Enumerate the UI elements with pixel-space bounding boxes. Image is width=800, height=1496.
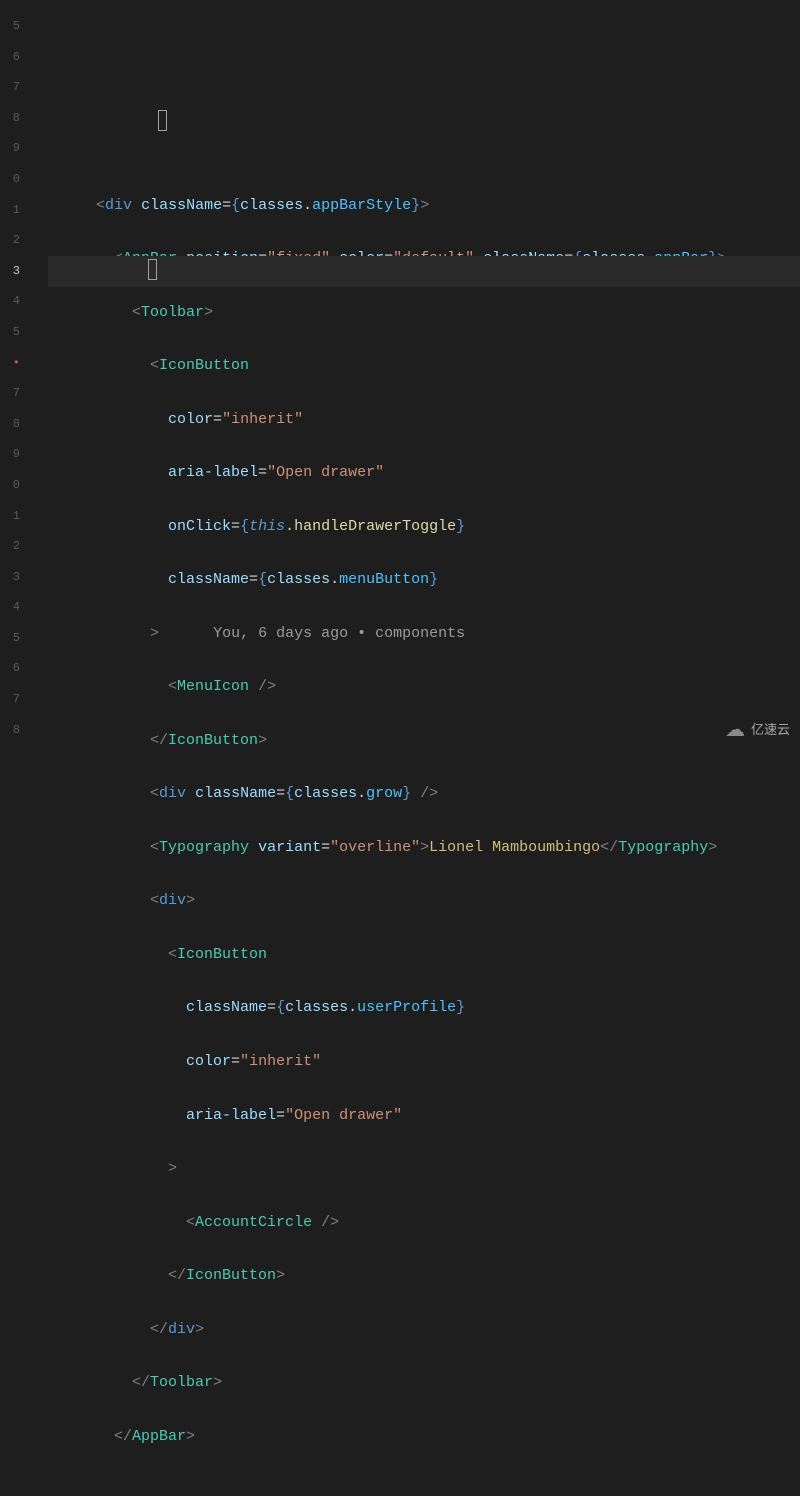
code-line[interactable]: <IconButton xyxy=(24,355,800,386)
line-number: 2 xyxy=(0,531,20,562)
code-line[interactable]: aria-label="Open drawer" xyxy=(24,1105,800,1136)
line-number: 1 xyxy=(0,195,20,226)
cloud-icon: ☁ xyxy=(725,720,745,740)
code-line[interactable]: className={classes.userProfile} xyxy=(24,997,800,1028)
line-number: 8 xyxy=(0,409,20,440)
cursor-box-icon xyxy=(158,110,167,131)
line-number: 1 xyxy=(0,501,20,532)
code-line[interactable]: <div> xyxy=(24,890,800,921)
code-line[interactable]: color="inherit" xyxy=(24,409,800,440)
line-number: 0 xyxy=(0,164,20,195)
line-number: 5 xyxy=(0,11,20,42)
current-line-highlight xyxy=(48,256,800,287)
cursor-box-icon xyxy=(148,259,157,280)
code-line[interactable]: aria-label="Open drawer" xyxy=(24,462,800,493)
code-line[interactable]: onClick={this.handleDrawerToggle} xyxy=(24,516,800,547)
code-line[interactable]: <div className={classes.grow} /> xyxy=(24,783,800,814)
code-line[interactable]: </AppBar> xyxy=(24,1426,800,1457)
line-number-gutter: 5 6 7 8 9 0 1 2 3 4 5 • 7 8 9 0 1 2 3 4 … xyxy=(0,0,24,748)
code-line[interactable]: className={classes.menuButton} xyxy=(24,569,800,600)
code-line[interactable]: </IconButton> xyxy=(24,730,800,761)
code-line[interactable]: <Toolbar> xyxy=(24,302,800,333)
git-blame-annotation: You, 6 days ago • components xyxy=(213,625,465,642)
line-number: 6 xyxy=(0,42,20,73)
line-number: 7 xyxy=(0,684,20,715)
line-number: 2 xyxy=(0,225,20,256)
code-line[interactable]: > xyxy=(24,1158,800,1189)
code-text-area[interactable]: <div className={classes.appBarStyle}> <A… xyxy=(24,0,800,748)
code-line[interactable]: </Toolbar> xyxy=(24,1372,800,1403)
line-number-current: 3 xyxy=(0,256,20,287)
code-line[interactable]: <AccountCircle /> xyxy=(24,1212,800,1243)
code-line[interactable]: color="inherit" xyxy=(24,1051,800,1082)
line-number: 7 xyxy=(0,72,20,103)
line-number: 4 xyxy=(0,286,20,317)
line-number: 8 xyxy=(0,715,20,746)
line-number: 6 xyxy=(0,653,20,684)
watermark-logo: ☁ 亿速云 xyxy=(725,720,790,740)
code-line[interactable]: <div className={classes.appBarStyle}> xyxy=(24,195,800,226)
code-line[interactable]: <MenuIcon /> xyxy=(24,676,800,707)
line-number: 5 xyxy=(0,623,20,654)
line-number: 3 xyxy=(0,562,20,593)
code-line[interactable]: > You, 6 days ago • components xyxy=(24,623,800,654)
line-number: • xyxy=(0,348,20,379)
code-line[interactable]: </IconButton> xyxy=(24,1265,800,1296)
code-line[interactable]: <IconButton xyxy=(24,944,800,975)
watermark-text: 亿速云 xyxy=(751,720,790,740)
code-editor[interactable]: 5 6 7 8 9 0 1 2 3 4 5 • 7 8 9 0 1 2 3 4 … xyxy=(0,0,800,748)
line-number: 9 xyxy=(0,133,20,164)
line-number: 0 xyxy=(0,470,20,501)
line-number: 8 xyxy=(0,103,20,134)
line-number: 4 xyxy=(0,592,20,623)
code-line[interactable]: </div> xyxy=(24,1319,800,1350)
code-line[interactable]: <Typography variant="overline">Lionel Ma… xyxy=(24,837,800,868)
line-number: 5 xyxy=(0,317,20,348)
line-number: 7 xyxy=(0,378,20,409)
line-number: 9 xyxy=(0,439,20,470)
